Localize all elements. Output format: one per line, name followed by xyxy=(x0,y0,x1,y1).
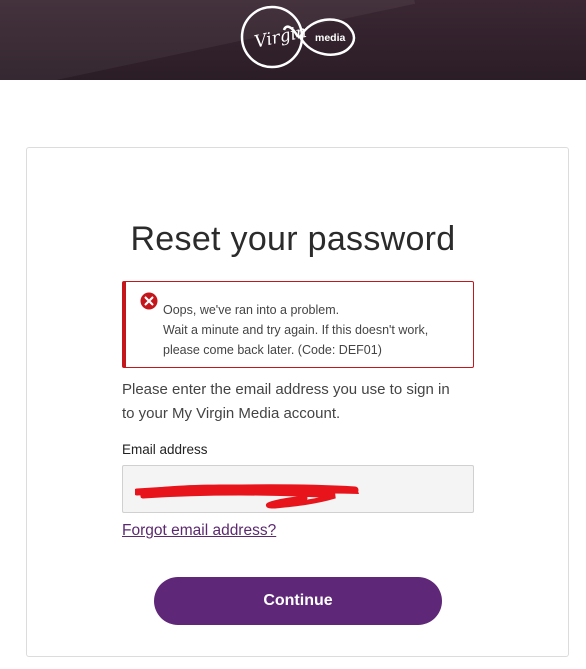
continue-button[interactable]: Continue xyxy=(154,577,442,625)
instructions-line: to your My Virgin Media account. xyxy=(122,405,341,422)
error-alert: Oops, we've ran into a problem. Wait a m… xyxy=(122,281,474,368)
svg-text:media: media xyxy=(315,32,346,44)
instructions-text: Please enter the email address you use t… xyxy=(122,378,482,426)
error-line: Oops, we've ran into a problem. xyxy=(163,303,340,317)
site-header: Virgin media xyxy=(0,0,586,80)
error-message: Oops, we've ran into a problem. Wait a m… xyxy=(163,300,471,360)
virgin-media-logo[interactable]: Virgin media xyxy=(240,2,358,72)
page-title: Reset your password xyxy=(130,219,456,258)
error-line: please come back later. (Code: DEF01) xyxy=(163,343,382,357)
error-icon xyxy=(140,292,158,310)
email-input[interactable] xyxy=(122,465,474,513)
instructions-line: Please enter the email address you use t… xyxy=(122,381,450,398)
email-label: Email address xyxy=(122,442,208,457)
error-line: Wait a minute and try again. If this doe… xyxy=(163,323,429,337)
forgot-email-link[interactable]: Forgot email address? xyxy=(122,522,276,540)
